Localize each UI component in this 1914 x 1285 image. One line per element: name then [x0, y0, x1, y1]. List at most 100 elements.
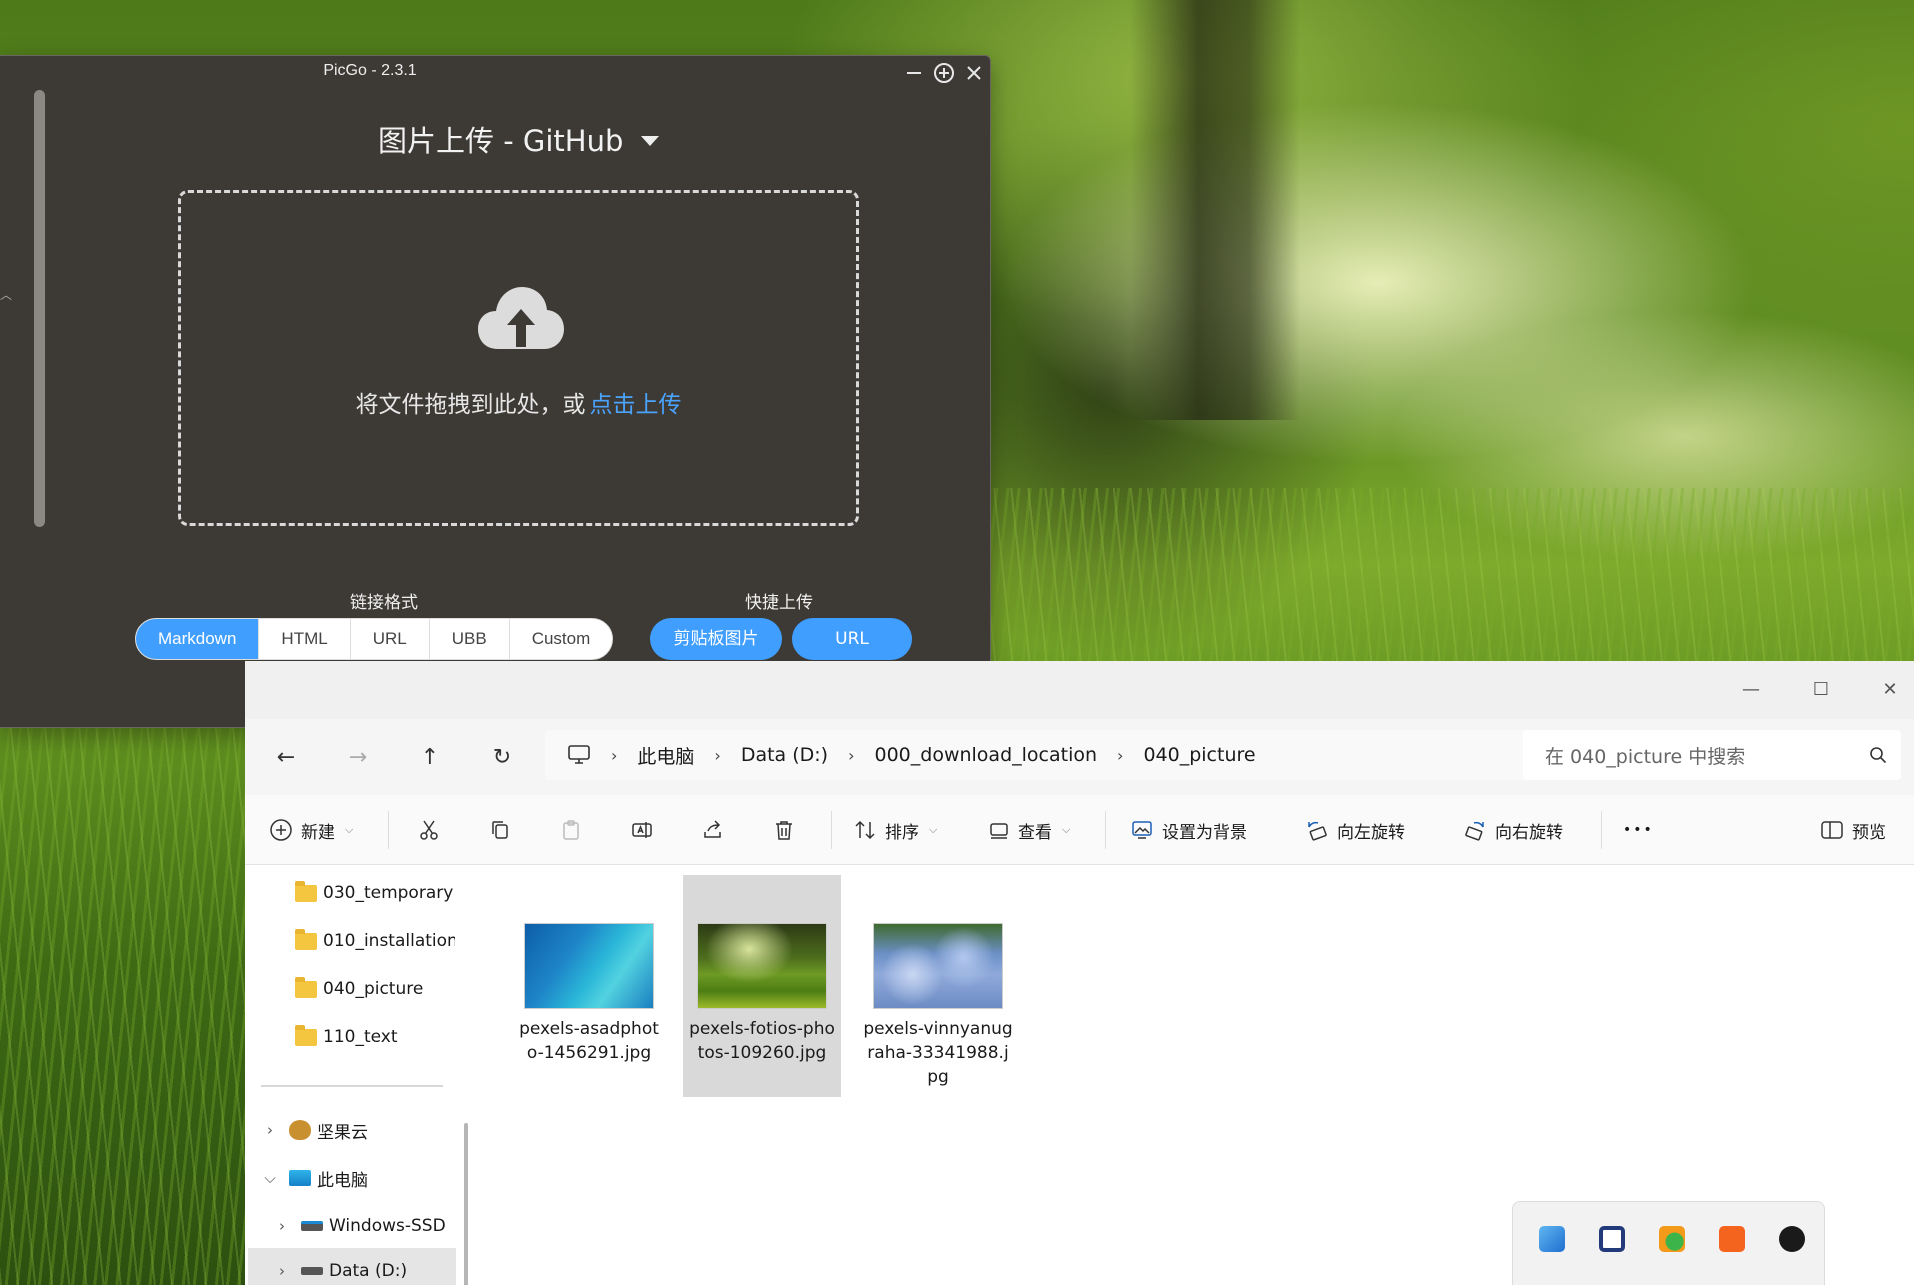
click-upload-link[interactable]: 点击上传	[590, 392, 682, 418]
upload-heading-text: 图片上传 - GitHub	[378, 124, 624, 158]
check-app-icon[interactable]	[1659, 1226, 1685, 1252]
search-box[interactable]: 在 040_picture 中搜索	[1523, 730, 1901, 780]
file-item-selected[interactable]: pexels-fotios-photos-109260.jpg	[683, 875, 841, 1097]
picgo-window: PicGo - 2.3.1 ︿ 图片上传 - GitHub 将文件拖拽到此处，或…	[0, 55, 991, 728]
divider	[261, 1085, 443, 1087]
breadcrumb-this-pc[interactable]: 此电脑	[637, 742, 694, 769]
paste-button[interactable]	[559, 815, 583, 845]
collapse-caret-icon[interactable]: ︿	[0, 286, 12, 303]
file-item[interactable]: pexels-vinnyanugraha-33341988.jpg	[859, 875, 1017, 1089]
tree-folder-030-temporary[interactable]: 030_temporary	[295, 878, 455, 908]
caret-down-icon[interactable]	[641, 136, 660, 146]
preview-pane-button[interactable]: 预览	[1820, 815, 1886, 845]
computer-icon	[289, 1170, 311, 1186]
rotate-left-icon	[1308, 821, 1327, 841]
maximize-button[interactable]: ☐	[1801, 675, 1841, 705]
sort-label: 排序	[885, 822, 919, 843]
sort-icon	[855, 820, 875, 840]
rename-button[interactable]	[630, 815, 654, 845]
set-as-background-button[interactable]: 设置为背景	[1130, 815, 1247, 845]
file-name: pexels-vinnyanugraha-33341988.jpg	[863, 1019, 1013, 1087]
sort-button[interactable]: 排序 ⌵	[853, 815, 937, 845]
file-explorer-window: — ☐ ✕ ← → ↑ ↻ › 此电脑 › Data (D:) › 000_do…	[245, 661, 1914, 1285]
open-mini-window-button[interactable]	[930, 60, 958, 86]
format-url[interactable]: URL	[349, 619, 429, 659]
breadcrumb-download-location[interactable]: 000_download_location	[875, 744, 1098, 766]
navigation-pane-scrollbar[interactable]	[464, 1123, 468, 1285]
image-thumbnail	[524, 923, 654, 1009]
format-ubb[interactable]: UBB	[428, 619, 509, 659]
divider	[831, 811, 832, 849]
tree-label: 坚果云	[317, 1122, 368, 1143]
format-custom[interactable]: Custom	[508, 619, 613, 659]
minimize-button[interactable]: —	[1731, 675, 1771, 705]
chevron-right-icon: ›	[848, 745, 855, 765]
back-arrow-icon[interactable]: ←	[271, 743, 301, 773]
tree-item-this-pc[interactable]: ⌵ 此电脑	[263, 1163, 453, 1193]
tree-item-jianguoyun[interactable]: › 坚果云	[263, 1115, 453, 1145]
folder-icon	[295, 928, 317, 950]
chevron-right-icon: ›	[1117, 745, 1124, 765]
copy-button[interactable]	[488, 815, 512, 845]
drive-icon	[301, 1221, 323, 1231]
clipboard-upload-button[interactable]: 剪贴板图片	[650, 618, 782, 660]
view-icon	[990, 823, 1008, 839]
dida-icon[interactable]	[1599, 1226, 1625, 1252]
chevron-right-icon[interactable]: ›	[275, 1262, 289, 1280]
tree-item-windows-ssd[interactable]: › Windows-SSD	[275, 1211, 453, 1241]
view-label: 查看	[1018, 822, 1052, 843]
snipping-tool-icon[interactable]	[1539, 1226, 1565, 1252]
folder-icon	[295, 976, 317, 998]
address-bar[interactable]: › 此电脑 › Data (D:) › 000_download_locatio…	[545, 730, 1608, 780]
cut-button[interactable]	[417, 815, 441, 845]
computer-icon	[568, 745, 590, 764]
tree-folder-010-installation[interactable]: 010_installation	[295, 926, 455, 956]
link-format-label: 链接格式	[350, 593, 418, 613]
share-button[interactable]	[701, 815, 725, 845]
delete-button[interactable]	[772, 815, 796, 845]
chevron-down-icon[interactable]: ⌵	[263, 1169, 277, 1187]
feedback-app-icon[interactable]	[1719, 1226, 1745, 1252]
upload-drop-zone[interactable]: 将文件拖拽到此处，或 点击上传	[178, 190, 859, 526]
forward-arrow-icon[interactable]: →	[343, 743, 373, 773]
rotate-left-label: 向左旋转	[1337, 822, 1405, 843]
tree-folder-040-picture[interactable]: 040_picture	[295, 974, 455, 1004]
close-button[interactable]: ✕	[1870, 675, 1910, 705]
chevron-down-icon: ⌵	[1062, 823, 1071, 836]
new-button[interactable]: 新建 ⌵	[269, 815, 353, 845]
up-arrow-icon[interactable]: ↑	[415, 743, 445, 773]
format-markdown[interactable]: Markdown	[136, 619, 259, 659]
file-item[interactable]: pexels-asadphoto-1456291.jpg	[510, 875, 668, 1065]
rotate-right-icon	[1465, 821, 1484, 841]
arc-app-icon[interactable]	[1779, 1226, 1805, 1252]
desktop-background-icon	[1132, 821, 1152, 839]
tree-item-data-d[interactable]: › Data (D:)	[275, 1256, 453, 1285]
rotate-right-button[interactable]: 向右旋转	[1463, 815, 1563, 845]
breadcrumb-040-picture[interactable]: 040_picture	[1143, 744, 1255, 766]
rename-icon	[632, 822, 652, 838]
format-html[interactable]: HTML	[258, 619, 349, 659]
quick-upload-label: 快捷上传	[745, 593, 813, 613]
tree-folder-110-text[interactable]: 110_text	[295, 1022, 455, 1052]
image-thumbnail	[697, 923, 827, 1009]
more-options-icon[interactable]: •••	[1623, 815, 1654, 845]
folder-label: 010_installation	[323, 931, 455, 951]
upload-heading[interactable]: 图片上传 - GitHub	[378, 118, 660, 160]
close-button[interactable]	[960, 60, 988, 86]
chevron-right-icon: ›	[611, 745, 618, 765]
minimize-button[interactable]	[900, 60, 928, 86]
sidebar-scrollbar[interactable]	[34, 90, 45, 527]
image-thumbnail	[873, 923, 1003, 1009]
breadcrumb-data-d[interactable]: Data (D:)	[741, 744, 828, 766]
view-button[interactable]: 查看 ⌵	[988, 815, 1070, 845]
url-upload-button[interactable]: URL	[792, 618, 912, 660]
trash-icon	[776, 821, 792, 840]
share-icon	[704, 820, 721, 838]
command-bar: 新建 ⌵ 排序 ⌵ 查看 ⌵ 设置为背景 向左旋转 向右旋转 ••• 预览	[245, 795, 1914, 865]
folder-label: 110_text	[323, 1027, 398, 1047]
preview-pane-icon	[1821, 821, 1843, 839]
chevron-right-icon[interactable]: ›	[275, 1217, 289, 1235]
chevron-right-icon[interactable]: ›	[263, 1121, 277, 1139]
refresh-icon[interactable]: ↻	[487, 743, 517, 773]
rotate-left-button[interactable]: 向左旋转	[1305, 815, 1405, 845]
